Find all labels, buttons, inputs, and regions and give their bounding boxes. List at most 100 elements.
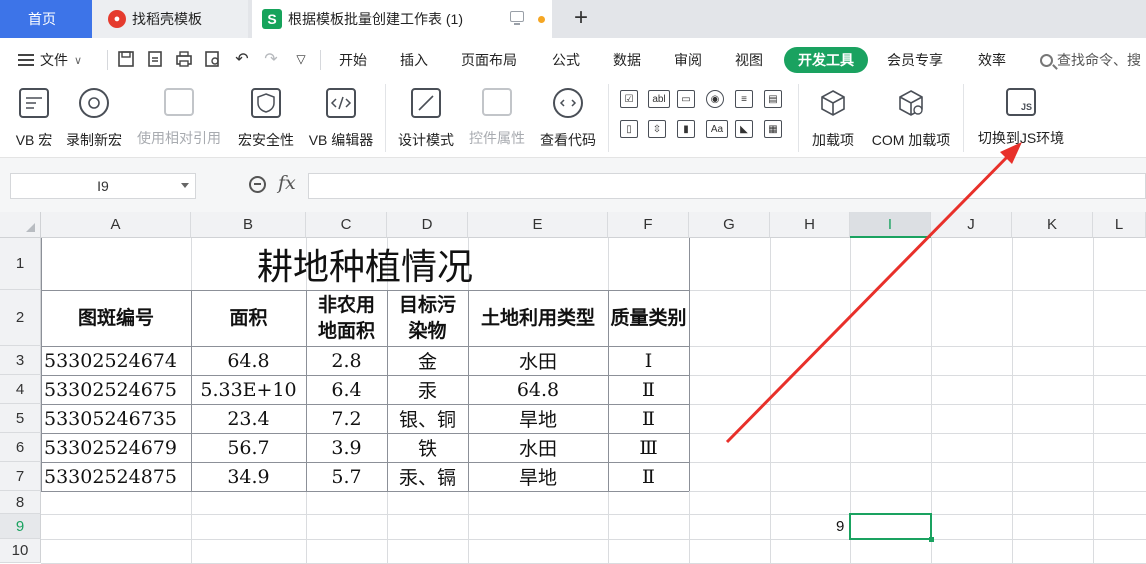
table-cell[interactable]: 水田 xyxy=(468,433,608,462)
table-header-cell[interactable]: 质量类别 xyxy=(608,290,689,346)
row-header-5[interactable]: 5 xyxy=(0,404,41,433)
zoom-out-icon[interactable] xyxy=(249,176,266,193)
table-cell[interactable]: 3.9 xyxy=(306,433,387,462)
table-header-cell[interactable]: 面积 xyxy=(191,290,306,346)
menu-formulas[interactable]: 公式 xyxy=(552,50,580,70)
undo-icon[interactable]: ↶ xyxy=(232,49,252,69)
table-cell[interactable]: 56.7 xyxy=(191,433,306,462)
vb-macro-button[interactable]: VB 宏 xyxy=(12,86,56,148)
record-macro-button[interactable]: 录制新宏 xyxy=(62,86,126,148)
cell-h9-value[interactable]: 9 xyxy=(836,518,844,535)
table-cell[interactable]: 6.4 xyxy=(306,375,387,404)
addins-button[interactable]: 加载项 xyxy=(806,86,860,148)
column-header-k[interactable]: K xyxy=(1012,212,1093,238)
new-tab-plus-icon[interactable]: + xyxy=(574,6,588,30)
row-header-2[interactable]: 2 xyxy=(0,290,41,346)
chevron-down-icon[interactable] xyxy=(181,183,189,188)
menu-start[interactable]: 开始 xyxy=(339,50,367,70)
table-cell[interactable]: 金 xyxy=(387,346,468,375)
option-button-control-icon[interactable]: ◉ xyxy=(706,90,724,108)
row-header-8[interactable]: 8 xyxy=(0,491,41,514)
select-all-corner[interactable] xyxy=(0,212,41,238)
column-header-b[interactable]: B xyxy=(191,212,306,238)
toggle-control-icon[interactable]: ▯ xyxy=(620,120,638,138)
table-cell[interactable]: 64.8 xyxy=(468,375,608,404)
table-cell[interactable]: 汞 xyxy=(387,375,468,404)
image-control-icon[interactable]: ◣ xyxy=(735,120,753,138)
column-header-l[interactable]: L xyxy=(1093,212,1146,238)
fx-icon[interactable]: fx xyxy=(278,172,296,194)
checkbox-control-icon[interactable]: ☑ xyxy=(620,90,638,108)
spin-control-icon[interactable]: ⇳ xyxy=(648,120,666,138)
formula-input[interactable] xyxy=(308,173,1146,199)
relative-reference-button[interactable]: 使用相对引用 xyxy=(132,86,226,148)
table-cell[interactable]: 水田 xyxy=(468,346,608,375)
redo-icon[interactable]: ↷ xyxy=(261,49,281,69)
table-cell[interactable]: Ⅲ xyxy=(608,433,689,462)
design-mode-button[interactable]: 设计模式 xyxy=(394,86,458,148)
command-search[interactable]: 查找命令、搜 xyxy=(1040,50,1141,70)
view-code-button[interactable]: 查看代码 xyxy=(536,86,600,148)
menu-member[interactable]: 会员专享 xyxy=(887,50,943,70)
column-header-e[interactable]: E xyxy=(468,212,608,238)
switch-js-button[interactable]: JS 切换到JS环境 xyxy=(974,86,1068,148)
table-cell[interactable]: 53302524674 xyxy=(41,346,191,375)
active-cell-selection[interactable] xyxy=(849,513,934,542)
menu-insert[interactable]: 插入 xyxy=(400,50,428,70)
row-header-4[interactable]: 4 xyxy=(0,375,41,404)
table-cell[interactable]: 旱地 xyxy=(468,462,608,491)
monitor-icon[interactable] xyxy=(510,11,524,25)
table-cell[interactable]: 5.7 xyxy=(306,462,387,491)
print-preview-icon[interactable] xyxy=(203,49,223,69)
column-header-j[interactable]: J xyxy=(931,212,1012,238)
table-cell[interactable]: 铁 xyxy=(387,433,468,462)
table-cell[interactable]: 2.8 xyxy=(306,346,387,375)
column-header-f[interactable]: F xyxy=(608,212,689,238)
column-header-i[interactable]: I xyxy=(850,212,931,238)
table-cell[interactable]: 7.2 xyxy=(306,404,387,433)
table-cell[interactable]: 汞、镉 xyxy=(387,462,468,491)
column-header-g[interactable]: G xyxy=(689,212,770,238)
menu-review[interactable]: 审阅 xyxy=(674,50,702,70)
table-cell[interactable]: 34.9 xyxy=(191,462,306,491)
control-properties-button[interactable]: 控件属性 xyxy=(464,86,530,148)
tab-home[interactable]: 首页 xyxy=(0,0,92,38)
table-cell[interactable]: Ⅰ xyxy=(608,346,689,375)
menu-view[interactable]: 视图 xyxy=(735,50,763,70)
table-cell[interactable]: 银、铜 xyxy=(387,404,468,433)
button-control-icon[interactable]: ▭ xyxy=(677,90,695,108)
menu-page-layout[interactable]: 页面布局 xyxy=(461,50,517,70)
column-header-c[interactable]: C xyxy=(306,212,387,238)
vb-editor-button[interactable]: VB 编辑器 xyxy=(304,86,378,148)
listbox-control-icon[interactable]: ≡ xyxy=(735,90,753,108)
combobox-control-icon[interactable]: ▤ xyxy=(764,90,782,108)
column-header-d[interactable]: D xyxy=(387,212,468,238)
file-menu-button[interactable]: 文件 ∨ xyxy=(18,50,82,70)
column-header-h[interactable]: H xyxy=(770,212,850,238)
row-header-7[interactable]: 7 xyxy=(0,462,41,491)
tab-template[interactable]: ● 找稻壳模板 xyxy=(92,0,248,38)
table-header-cell[interactable]: 目标污染物 xyxy=(387,290,468,346)
table-header-cell[interactable]: 土地利用类型 xyxy=(468,290,608,346)
menu-data[interactable]: 数据 xyxy=(613,50,641,70)
table-header-cell[interactable]: 图斑编号 xyxy=(41,290,191,346)
print-icon[interactable] xyxy=(174,49,194,69)
row-header-9[interactable]: 9 xyxy=(0,514,41,539)
row-header-10[interactable]: 10 xyxy=(0,539,41,563)
table-cell[interactable]: 5.33E+10 xyxy=(191,375,306,404)
menu-efficiency[interactable]: 效率 xyxy=(978,50,1006,70)
column-header-a[interactable]: A xyxy=(41,212,191,238)
macro-security-button[interactable]: 宏安全性 xyxy=(234,86,298,148)
customize-quick-access-icon[interactable]: ▽ xyxy=(291,49,311,69)
table-cell[interactable]: Ⅱ xyxy=(608,462,689,491)
scrollbar-control-icon[interactable]: ▮ xyxy=(677,120,695,138)
row-header-1[interactable]: 1 xyxy=(0,238,41,290)
spreadsheet-grid[interactable]: A B C D E F G H I J K L 1 2 3 4 5 6 7 8 9 10 耕地种植情况 图斑编号 面积 非农用地面… xyxy=(0,212,1146,564)
table-cell[interactable]: Ⅱ xyxy=(608,375,689,404)
sheet-title[interactable]: 耕地种植情况 xyxy=(41,238,689,290)
row-header-6[interactable]: 6 xyxy=(0,433,41,462)
table-cell[interactable]: 旱地 xyxy=(468,404,608,433)
label-control-icon[interactable]: Aa xyxy=(706,120,728,138)
tab-active-workbook[interactable]: S 根据模板批量创建工作表 (1) xyxy=(252,0,552,38)
com-addins-button[interactable]: COM 加载项 xyxy=(866,86,956,148)
